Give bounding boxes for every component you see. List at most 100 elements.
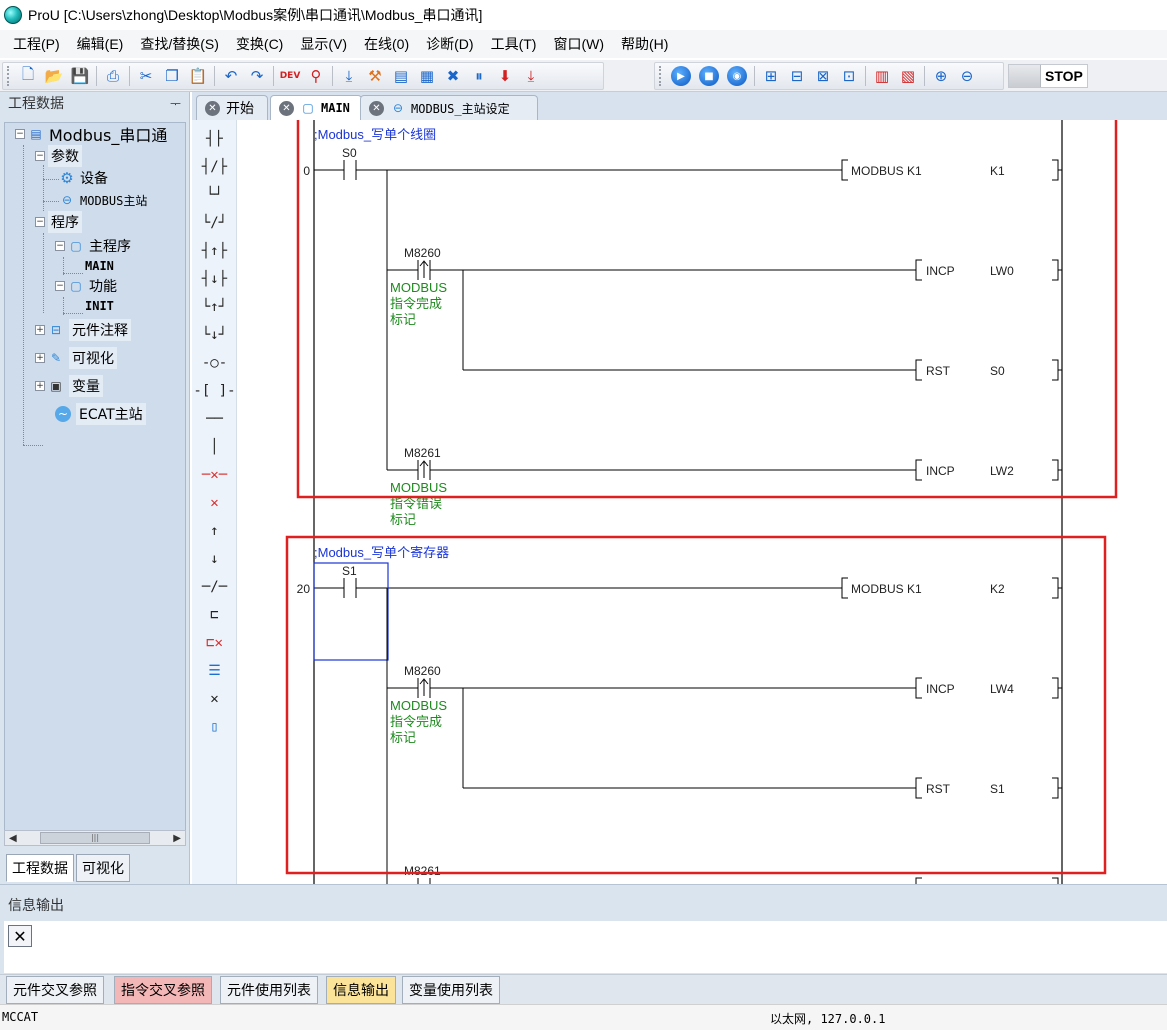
- falling-pulse-icon[interactable]: ↓: [192, 546, 237, 572]
- open-folder-icon[interactable]: 📂: [42, 64, 66, 88]
- invert-icon[interactable]: ─/─: [192, 574, 237, 600]
- tree-item-main[interactable]: MAIN: [85, 257, 114, 275]
- menu-diagnose[interactable]: 诊断(D): [419, 34, 480, 54]
- stop-icon[interactable]: ■: [699, 66, 719, 86]
- tab-element-cross-reference[interactable]: 元件交叉参照: [6, 976, 104, 1004]
- tab-start[interactable]: ✕ 开始: [196, 95, 268, 120]
- tree-item-program[interactable]: − 程序: [35, 211, 82, 233]
- rising-edge-contact-icon[interactable]: ┤↑├: [192, 238, 237, 264]
- menu-online[interactable]: 在线(0): [357, 34, 416, 54]
- monitor-icon[interactable]: ▤: [389, 64, 413, 88]
- menu-help[interactable]: 帮助(H): [614, 34, 675, 54]
- normally-closed-contact-icon[interactable]: ┤/├: [192, 154, 237, 180]
- device-search-icon[interactable]: DEV: [278, 64, 302, 88]
- collapse-icon[interactable]: −: [55, 241, 65, 251]
- close-icon[interactable]: ✕: [369, 100, 384, 116]
- collapse-icon[interactable]: −: [15, 129, 25, 139]
- table-icon[interactable]: ▦: [415, 64, 439, 88]
- delete-row-icon[interactable]: ⊠: [811, 64, 835, 88]
- tab-modbus-master-settings[interactable]: ✕ ⊖ MODBUS_主站设定: [360, 95, 538, 120]
- tree-item-ecat-master[interactable]: ~ ECAT主站: [55, 403, 146, 425]
- expand-icon[interactable]: +: [35, 325, 45, 335]
- tab-visualization[interactable]: 可视化: [76, 854, 130, 882]
- pin-icon[interactable]: ᅮ: [170, 95, 181, 112]
- new-file-icon[interactable]: 🗋: [16, 64, 40, 88]
- falling-edge-contact-icon[interactable]: ┤↓├: [192, 266, 237, 292]
- toolbar-grip[interactable]: [659, 66, 663, 86]
- tab-instruction-cross-reference[interactable]: 指令交叉参照: [114, 976, 212, 1004]
- parallel-open-contact-icon[interactable]: └┘: [192, 182, 237, 208]
- tree-item-init[interactable]: INIT: [85, 297, 114, 315]
- expand-icon[interactable]: +: [35, 381, 45, 391]
- close-icon[interactable]: ✕: [205, 100, 220, 116]
- rising-pulse-icon[interactable]: ↑: [192, 518, 237, 544]
- redo-icon[interactable]: ↷: [245, 64, 269, 88]
- collapse-icon[interactable]: −: [35, 217, 45, 227]
- timing-chart2-icon[interactable]: ▧: [896, 64, 920, 88]
- parallel-falling-edge-icon[interactable]: └↓┘: [192, 322, 237, 348]
- print-icon[interactable]: ⎙: [101, 64, 125, 88]
- comment-icon[interactable]: ⊡: [837, 64, 861, 88]
- write-plc-icon[interactable]: ⬇: [493, 64, 517, 88]
- delete-vertical-line-icon[interactable]: ✕: [192, 490, 237, 516]
- insert-row-icon[interactable]: ⊞: [759, 64, 783, 88]
- tree-item-device[interactable]: ⚙ 设备: [59, 167, 108, 189]
- scroll-right-icon[interactable]: ▶: [173, 833, 181, 844]
- vertical-line-icon[interactable]: │: [192, 434, 237, 460]
- menu-find-replace[interactable]: 查找/替换(S): [133, 34, 226, 54]
- close-icon[interactable]: ✕: [279, 100, 294, 116]
- menu-edit[interactable]: 编辑(E): [70, 34, 131, 54]
- paste-icon[interactable]: 📋: [186, 64, 210, 88]
- list-icon[interactable]: ☰: [192, 658, 237, 684]
- tree-item-project-root[interactable]: − ▤ Modbus_串口通: [15, 123, 167, 145]
- toolbar-grip[interactable]: [7, 66, 11, 86]
- tree-item-variables[interactable]: + ▣ 变量: [35, 375, 103, 397]
- delete-horizontal-line-icon[interactable]: ─✕─: [192, 462, 237, 488]
- collapse-icon[interactable]: −: [35, 151, 45, 161]
- rung-1[interactable]: ;Modbus_写单个线圈 0 S0 MODBUS K1 K1 M8260 MO…: [303, 127, 1062, 527]
- close-icon[interactable]: ✕: [192, 686, 237, 712]
- normally-open-contact-icon[interactable]: ┤├: [192, 126, 237, 152]
- save-icon[interactable]: 💾: [68, 64, 92, 88]
- tab-main[interactable]: ✕ ▢ MAIN: [270, 95, 362, 120]
- zoom-out-icon[interactable]: ⊖: [955, 64, 979, 88]
- run-icon[interactable]: ▶: [671, 66, 691, 86]
- tools-icon[interactable]: ✖: [441, 64, 465, 88]
- tree-horizontal-scrollbar[interactable]: ◀ ||| ▶: [4, 830, 186, 846]
- rung-2[interactable]: ;Modbus_写单个寄存器 20 S1 MODBUS K1 K2 M8260 …: [297, 545, 1062, 884]
- coil-icon[interactable]: -○-: [192, 350, 237, 376]
- ladder-editor[interactable]: ;Modbus_写单个线圈 0 S0 MODBUS K1 K1 M8260 MO…: [238, 120, 1167, 884]
- tab-info-output[interactable]: 信息输出: [326, 976, 396, 1004]
- tree-item-main-program[interactable]: − ▢ 主程序: [55, 235, 131, 257]
- instruction-icon[interactable]: -[ ]-: [192, 378, 237, 404]
- menu-convert[interactable]: 变换(C): [229, 34, 290, 54]
- menu-view[interactable]: 显示(V): [293, 34, 354, 54]
- horizontal-line-icon[interactable]: ──: [192, 406, 237, 432]
- parallel-closed-contact-icon[interactable]: └/┘: [192, 210, 237, 236]
- parallel-rising-edge-icon[interactable]: └↑┘: [192, 294, 237, 320]
- menu-tools[interactable]: 工具(T): [484, 34, 544, 54]
- zoom-in-icon[interactable]: ⊕: [929, 64, 953, 88]
- insert-column-icon[interactable]: ⊟: [785, 64, 809, 88]
- scroll-thumb[interactable]: |||: [40, 832, 150, 844]
- menu-project[interactable]: 工程(P): [6, 34, 67, 54]
- menu-window[interactable]: 窗口(W): [546, 34, 611, 54]
- compile-icon[interactable]: ⚒: [363, 64, 387, 88]
- collapse-icon[interactable]: −: [55, 281, 65, 291]
- cut-icon[interactable]: ✂: [134, 64, 158, 88]
- comment-box-icon[interactable]: ▯: [192, 714, 237, 740]
- write-plc-all-icon[interactable]: ⤓: [519, 64, 543, 88]
- pause-icon[interactable]: ⏸: [467, 64, 491, 88]
- draw-line-icon[interactable]: ⊏: [192, 602, 237, 628]
- clear-output-icon[interactable]: ✕: [8, 925, 32, 947]
- delete-line-icon[interactable]: ⊏✕: [192, 630, 237, 656]
- tree-item-modbus-master[interactable]: ⊖ MODBUS主站: [59, 189, 147, 211]
- tree-item-function[interactable]: − ▢ 功能: [55, 275, 117, 297]
- download-icon[interactable]: ⤓: [337, 64, 361, 88]
- step-icon[interactable]: ◉: [727, 66, 747, 86]
- scroll-left-icon[interactable]: ◀: [9, 833, 17, 844]
- contact-search-icon[interactable]: ⚲: [304, 64, 328, 88]
- timing-chart-icon[interactable]: ▥: [870, 64, 894, 88]
- tree-item-visualization[interactable]: + ✎ 可视化: [35, 347, 117, 369]
- tree-item-element-comment[interactable]: + ⊟ 元件注释: [35, 319, 131, 341]
